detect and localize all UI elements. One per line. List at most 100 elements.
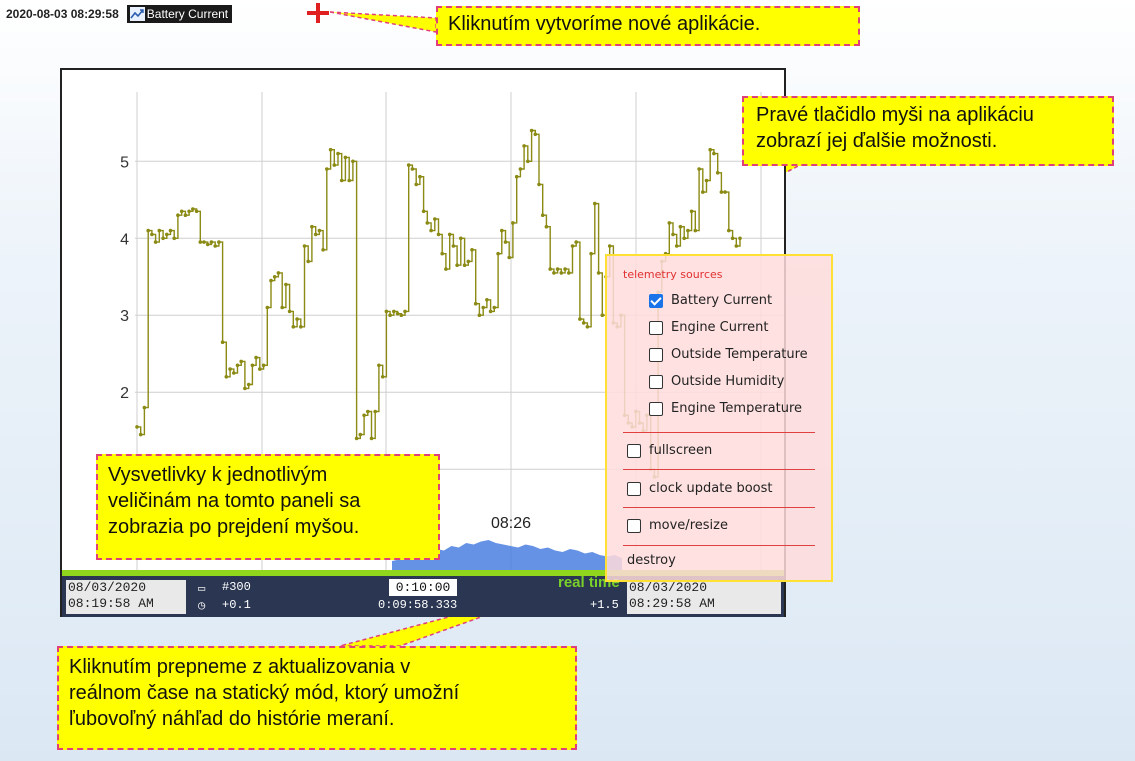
- checkbox-checked[interactable]: [649, 293, 663, 308]
- source-label: Outside Humidity: [671, 374, 785, 389]
- data-point: [544, 224, 549, 229]
- fullscreen-label: fullscreen: [649, 443, 713, 458]
- end-date: 08/03/2020: [629, 580, 708, 595]
- data-point: [410, 167, 415, 171]
- data-point: [514, 174, 519, 179]
- data-point: [332, 163, 337, 167]
- data-point: [336, 151, 340, 156]
- data-point: [693, 228, 698, 233]
- data-point: [284, 282, 288, 287]
- source-label: Outside Temperature: [671, 347, 808, 362]
- data-point: [596, 271, 601, 275]
- data-point: [366, 409, 370, 414]
- callout-new-app-text: Kliknutím vytvoríme nové aplikácie.: [448, 13, 761, 35]
- data-point: [254, 355, 258, 360]
- callout-legend-line3: zobrazia po prejdení myšou.: [108, 516, 360, 538]
- data-point: [418, 174, 422, 179]
- data-point: [674, 244, 679, 248]
- data-point: [146, 228, 150, 233]
- data-point: [425, 221, 430, 225]
- destroy-option[interactable]: destroy: [627, 553, 676, 568]
- data-point: [265, 305, 270, 310]
- data-point: [734, 244, 739, 248]
- callout-realtime-line3: ľubovoľný náhľad do histórie meraní.: [69, 708, 395, 730]
- data-point: [537, 182, 541, 187]
- fullscreen-option[interactable]: fullscreen: [627, 443, 712, 458]
- source-outside-temperature[interactable]: Outside Temperature: [649, 347, 808, 362]
- y-tick-label: 3: [120, 308, 129, 325]
- data-point: [529, 128, 534, 133]
- start-date: 08/03/2020: [68, 580, 147, 595]
- data-point: [228, 367, 232, 371]
- checkbox[interactable]: [649, 374, 663, 389]
- data-point: [585, 325, 590, 329]
- checkbox[interactable]: [649, 347, 663, 362]
- end-datetime-field[interactable]: 08/03/2020 08:29:58 AM: [627, 580, 781, 614]
- data-point: [217, 240, 221, 244]
- clock-icon[interactable]: ◷: [198, 598, 205, 613]
- data-point: [500, 228, 504, 233]
- data-point: [261, 363, 266, 368]
- time-span-input[interactable]: 0:10:00: [389, 579, 457, 596]
- source-outside-humidity[interactable]: Outside Humidity: [649, 374, 784, 389]
- data-point: [369, 436, 374, 441]
- start-datetime-field[interactable]: 08/03/2020 08:19:58 AM: [66, 580, 186, 614]
- data-point: [295, 317, 299, 321]
- clock-boost-label: clock update boost: [649, 481, 773, 496]
- clock-boost-option[interactable]: clock update boost: [627, 481, 773, 496]
- app-context-menu: telemetry sources Battery Current Engine…: [605, 254, 833, 582]
- callout-legend: Vysvetlivky k jednotlivým veličinám na t…: [96, 454, 440, 560]
- data-point: [704, 178, 709, 183]
- data-point: [533, 132, 538, 137]
- callout-legend-line2: veličinám na tomto paneli sa: [108, 490, 361, 512]
- source-label: Engine Temperature: [671, 401, 803, 416]
- data-point: [153, 240, 158, 244]
- callout-right-click-line2: zobrazí jej ďalšie možnosti.: [756, 130, 998, 152]
- data-point: [518, 167, 523, 171]
- data-point: [246, 382, 251, 387]
- data-point: [466, 259, 471, 264]
- data-point: [205, 242, 210, 247]
- data-point: [436, 232, 441, 237]
- checkbox[interactable]: [627, 518, 641, 533]
- source-engine-temperature[interactable]: Engine Temperature: [649, 401, 802, 416]
- data-point: [373, 409, 378, 414]
- checkbox[interactable]: [627, 443, 641, 458]
- step-value: +0.1: [222, 598, 251, 612]
- checkbox[interactable]: [649, 320, 663, 335]
- data-point: [496, 251, 500, 256]
- data-point: [280, 305, 284, 310]
- data-point: [667, 221, 672, 225]
- data-point: [339, 178, 344, 183]
- data-point: [563, 267, 567, 271]
- data-point: [507, 255, 512, 260]
- data-point: [444, 267, 448, 271]
- data-point: [138, 432, 143, 437]
- callout-realtime-line1: Kliknutím prepneme z aktualizovania v: [69, 656, 411, 678]
- data-point: [473, 301, 478, 306]
- plus-offset: +1.5: [590, 598, 619, 612]
- data-point: [299, 325, 303, 329]
- data-point: [440, 251, 445, 256]
- source-battery-current[interactable]: Battery Current: [649, 293, 772, 308]
- data-point: [191, 207, 195, 211]
- data-point: [712, 151, 716, 156]
- data-point: [522, 144, 526, 148]
- source-engine-current[interactable]: Engine Current: [649, 320, 769, 335]
- data-point: [321, 248, 325, 252]
- data-point: [715, 171, 720, 175]
- data-point: [287, 309, 292, 314]
- data-point: [269, 278, 273, 283]
- calendar-icon[interactable]: ▭: [198, 581, 205, 596]
- checkbox[interactable]: [627, 481, 641, 496]
- data-point: [581, 321, 586, 325]
- data-point: [455, 263, 459, 267]
- data-point: [570, 244, 575, 248]
- checkbox[interactable]: [649, 401, 663, 416]
- data-point: [172, 236, 176, 241]
- move-resize-option[interactable]: move/resize: [627, 518, 728, 533]
- data-point: [697, 167, 701, 171]
- data-point: [377, 363, 381, 368]
- menu-separator: [623, 469, 815, 470]
- data-point: [135, 425, 139, 429]
